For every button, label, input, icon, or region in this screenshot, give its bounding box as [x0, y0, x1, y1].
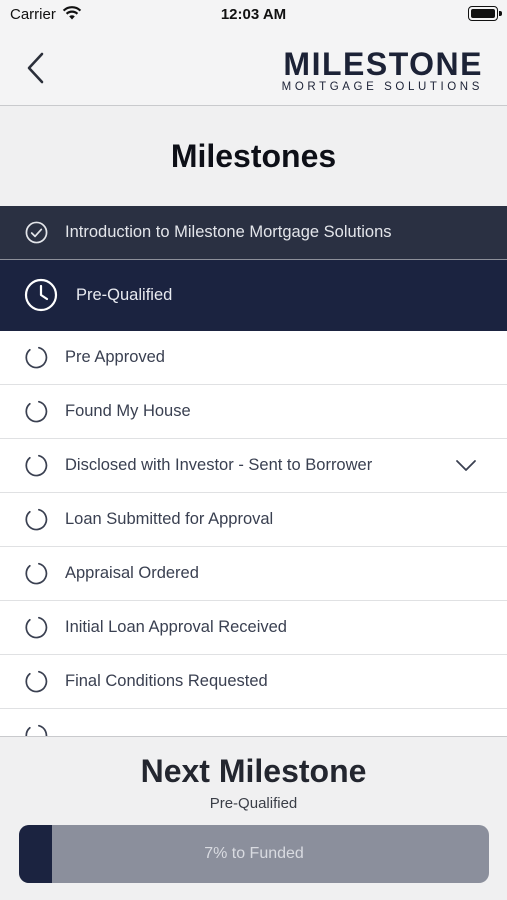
next-milestone-heading: Next Milestone: [140, 753, 367, 789]
milestone-label: Loan Submitted for Approval: [65, 510, 274, 528]
milestone-row-pre-approved[interactable]: Pre Approved: [0, 331, 507, 385]
milestone-label: Pre-Qualified: [76, 286, 173, 304]
back-chevron-icon[interactable]: [22, 50, 52, 86]
milestone-row-disclosed-with-investor[interactable]: Disclosed with Investor - Sent to Borrow…: [0, 439, 507, 493]
pending-ring-icon: [25, 724, 48, 736]
title-area: Milestones: [0, 106, 507, 206]
milestone-row-final-conditions[interactable]: Final Conditions Requested: [0, 655, 507, 709]
milestone-row-loan-submitted[interactable]: Loan Submitted for Approval: [0, 493, 507, 547]
milestone-list[interactable]: Introduction to Milestone Mortgage Solut…: [0, 206, 507, 736]
milestone-row-appraisal-ordered[interactable]: Appraisal Ordered: [0, 547, 507, 601]
logo-wordmark: MILESTONE: [283, 46, 483, 82]
funding-progress-bar: 7% to Funded: [19, 825, 489, 883]
logo-subtitle: MORTGAGE SOLUTIONS: [281, 81, 483, 93]
milestone-row-pre-qualified[interactable]: Pre-Qualified: [0, 260, 507, 331]
milestone-row-introduction[interactable]: Introduction to Milestone Mortgage Solut…: [0, 206, 507, 260]
milestone-row-found-my-house[interactable]: Found My House: [0, 385, 507, 439]
funding-progress-label: 7% to Funded: [204, 845, 304, 862]
company-logo: MILESTONE MORTGAGE SOLUTIONS: [253, 46, 483, 94]
milestone-label: Pre Approved: [65, 348, 165, 366]
milestone-label: Initial Loan Approval Received: [65, 618, 287, 636]
pending-ring-icon: [25, 670, 48, 693]
nav-bar: MILESTONE MORTGAGE SOLUTIONS: [0, 30, 507, 106]
milestone-label: Appraisal Ordered: [65, 564, 199, 582]
pending-ring-icon: [25, 562, 48, 585]
next-milestone-panel: Next Milestone Pre-Qualified 7% to Funde…: [0, 736, 507, 900]
pending-ring-icon: [25, 616, 48, 639]
milestone-row-initial-loan-approval[interactable]: Initial Loan Approval Received: [0, 601, 507, 655]
clock-icon: [24, 278, 58, 312]
milestone-label: Final Conditions Requested: [65, 672, 268, 690]
next-milestone-name: Pre-Qualified: [209, 795, 298, 812]
status-bar: Carrier 12:03 AM: [0, 0, 507, 30]
check-circle-icon: [25, 221, 48, 244]
chevron-down-icon[interactable]: [455, 459, 477, 473]
pending-ring-icon: [25, 346, 48, 369]
pending-ring-icon: [25, 400, 48, 423]
status-time: 12:03 AM: [220, 6, 287, 23]
pending-ring-icon: [25, 454, 48, 477]
pending-ring-icon: [25, 508, 48, 531]
milestone-label: Introduction to Milestone Mortgage Solut…: [65, 223, 392, 241]
page-title: Milestones: [170, 138, 337, 174]
milestone-row-partial[interactable]: [0, 709, 507, 736]
milestone-label: Disclosed with Investor - Sent to Borrow…: [65, 456, 373, 474]
milestone-label: Found My House: [65, 402, 191, 420]
battery-icon: [468, 6, 502, 21]
